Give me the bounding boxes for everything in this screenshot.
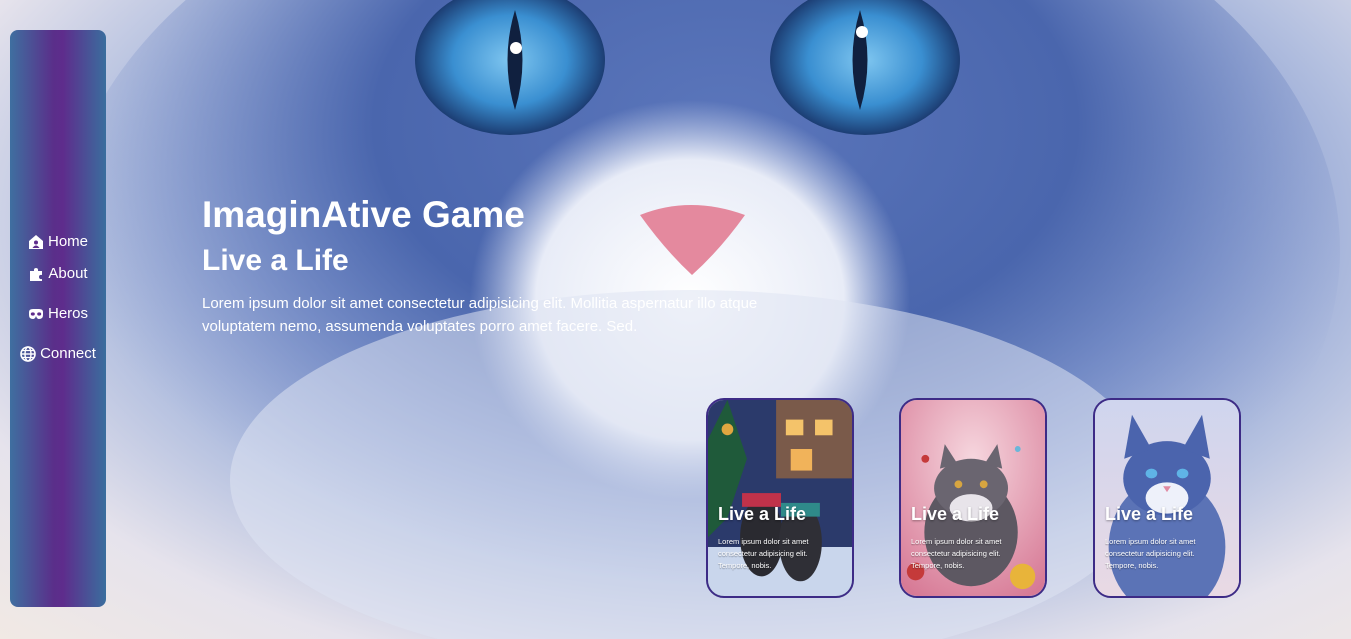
card-title: Live a Life xyxy=(1105,504,1194,524)
card-title: Live a Life xyxy=(718,504,807,524)
sidebar-item-label: Home xyxy=(47,233,88,250)
sidebar: Home About Heros Connect xyxy=(10,30,106,607)
sidebar-item-about[interactable]: About xyxy=(10,265,106,282)
card-text: Lorem ipsum dolor sit amet consectetur a… xyxy=(1105,537,1196,570)
hero-title: ImaginAtive Game xyxy=(202,194,525,235)
card-2[interactable]: Live a Life Lorem ipsum dolor sit amet c… xyxy=(899,398,1047,598)
sidebar-item-heros[interactable]: Heros xyxy=(10,305,106,322)
sidebar-item-label: Heros xyxy=(47,305,88,322)
sidebar-item-label: About xyxy=(48,265,88,282)
card-text: Lorem ipsum dolor sit amet consectetur a… xyxy=(911,537,1002,570)
hero-description: Lorem ipsum dolor sit amet consectetur a… xyxy=(202,295,758,335)
hero-subtitle: Live a Life xyxy=(202,244,349,277)
card-3[interactable]: Live a Life Lorem ipsum dolor sit amet c… xyxy=(1093,398,1241,598)
sidebar-item-home[interactable]: Home xyxy=(10,233,106,250)
sidebar-item-connect[interactable]: Connect xyxy=(10,345,106,362)
card-1[interactable]: Live a Life Lorem ipsum dolor sit amet c… xyxy=(706,398,854,598)
card-title: Live a Life xyxy=(911,504,1000,524)
hero-section: ImaginAtive Game Live a Life Lorem ipsum… xyxy=(202,192,842,338)
globe-icon xyxy=(20,345,36,362)
sidebar-item-label: Connect xyxy=(40,345,96,362)
puzzle-icon xyxy=(28,266,44,282)
card-text: Lorem ipsum dolor sit amet consectetur a… xyxy=(718,537,809,570)
home-user-icon xyxy=(28,234,44,250)
mask-icon xyxy=(28,306,44,322)
page: Home About Heros Connect ImaginAtive Gam… xyxy=(0,0,1351,639)
